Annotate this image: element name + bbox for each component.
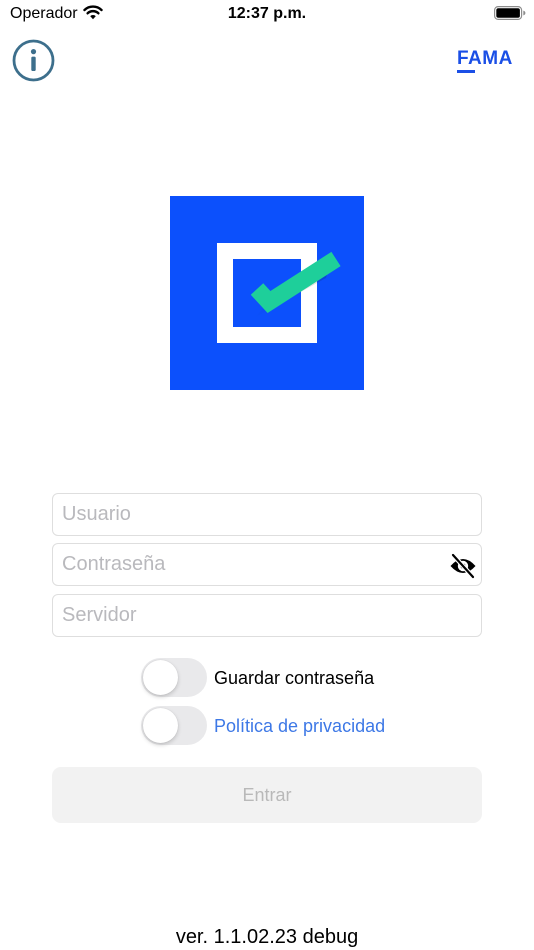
username-field[interactable] [52,493,482,536]
brand-logo: FAMA [457,48,513,69]
status-bar: Operador 12:37 p.m. [0,0,534,30]
eye-slash-icon[interactable] [448,553,478,579]
save-password-toggle[interactable] [141,658,207,697]
version-label: ver. 1.1.02.23 debug [175,926,359,948]
info-icon[interactable] [12,39,55,82]
app-logo [170,196,364,390]
username-input[interactable] [53,494,442,535]
clock-label: 12:37 p.m. [227,5,307,22]
password-input[interactable] [53,544,442,585]
server-field[interactable] [52,594,482,637]
toggle-knob [143,660,178,695]
toggle-knob [143,708,178,743]
server-input[interactable] [53,595,442,636]
brand-underline [457,70,475,73]
privacy-toggle[interactable] [141,706,207,745]
battery-icon [494,6,526,20]
enter-button[interactable]: Entrar [52,767,482,823]
password-field[interactable] [52,543,482,586]
privacy-policy-link[interactable]: Política de privacidad [214,716,385,737]
save-password-label: Guardar contraseña [214,668,375,688]
